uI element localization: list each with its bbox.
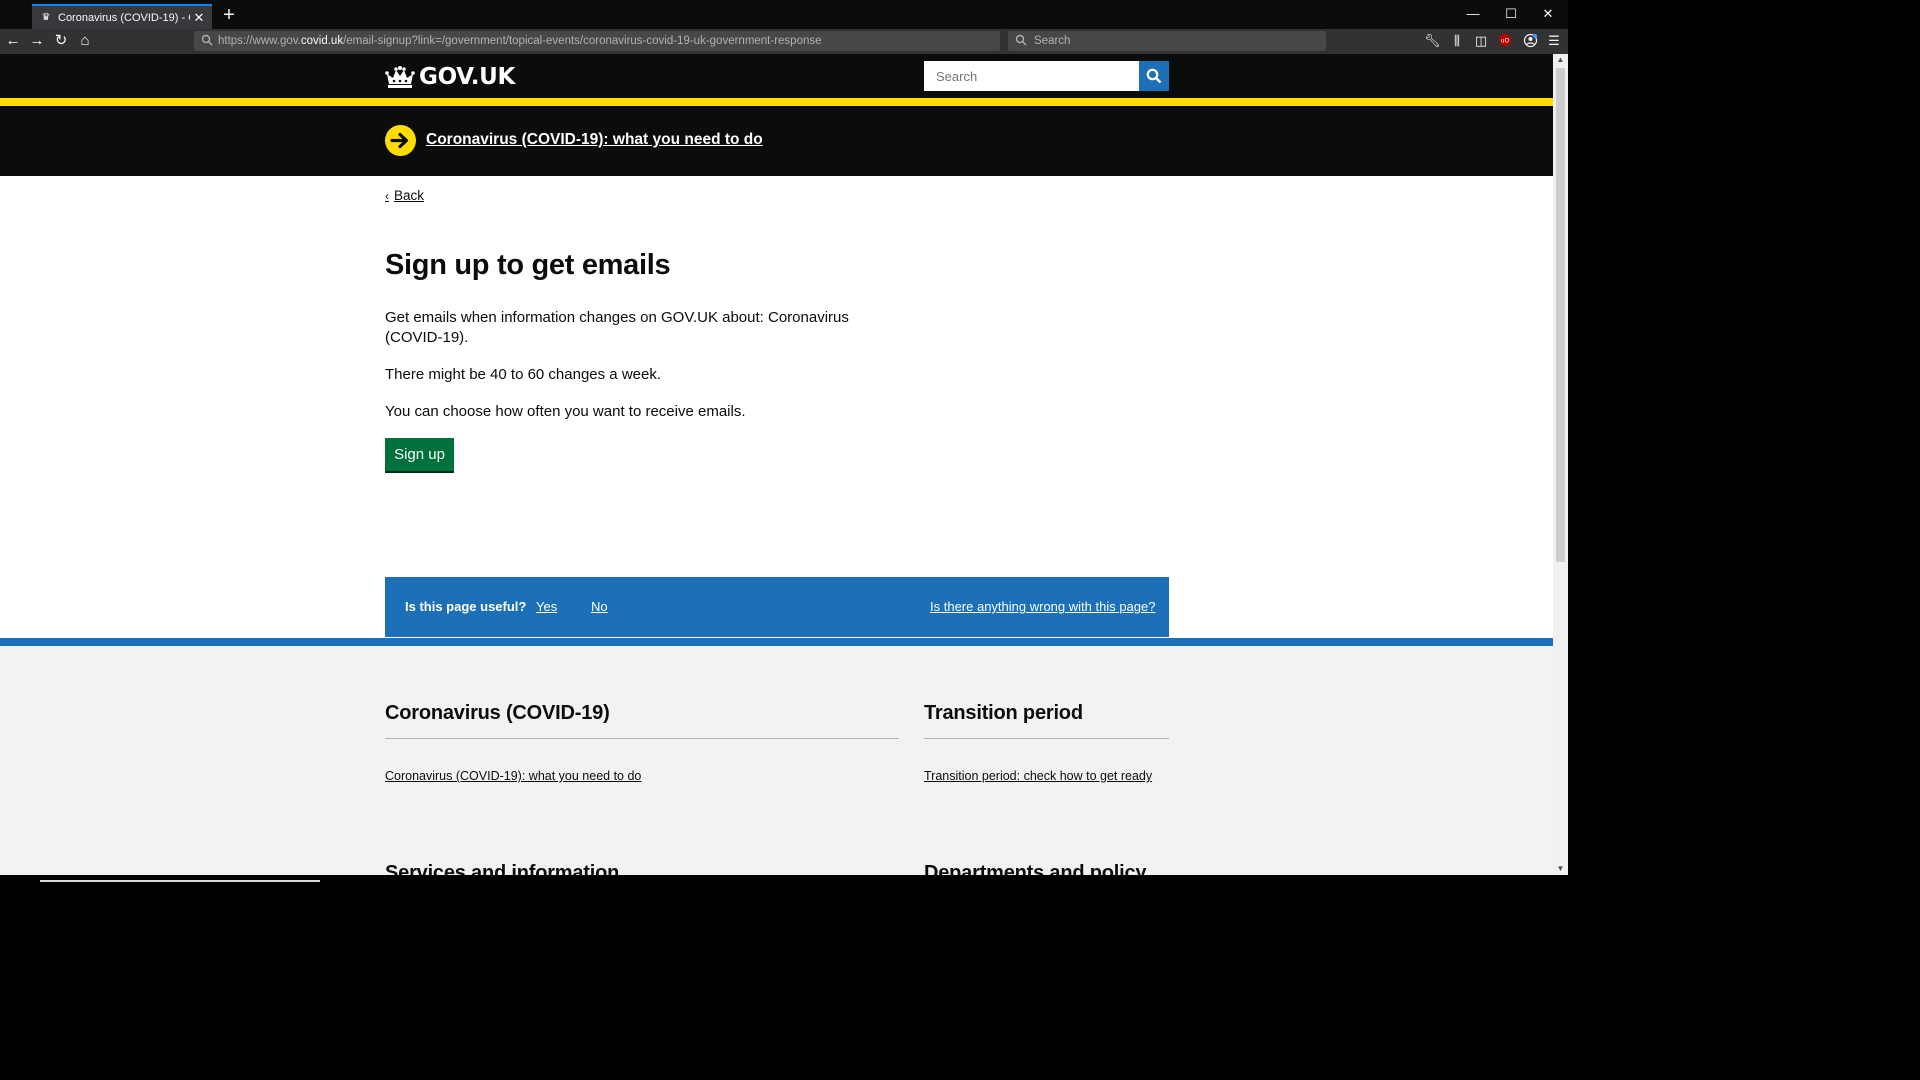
browser-tab[interactable]: ♛ Coronavirus (COVID-19) - GOV ✕ bbox=[32, 4, 212, 29]
feedback-question: Is this page useful? bbox=[405, 599, 527, 614]
sidebar-icon[interactable]: ◫ bbox=[1473, 33, 1489, 49]
arrow-right-circle-icon bbox=[385, 125, 416, 156]
search-icon bbox=[1014, 34, 1028, 48]
library-icon[interactable]: ⫼ bbox=[1449, 33, 1465, 49]
feedback-yes-link[interactable]: Yes bbox=[536, 599, 557, 614]
page-viewport: GOV.UK Coronavirus (COVID-19): what you … bbox=[0, 54, 1553, 875]
browser-search-bar[interactable]: Search bbox=[1008, 31, 1326, 51]
footer: Coronavirus (COVID-19) Coronavirus (COVI… bbox=[0, 638, 1553, 875]
home-icon[interactable]: ⌂ bbox=[76, 32, 94, 50]
url-text: https://www.gov.covid.uk/email-signup?li… bbox=[218, 35, 822, 47]
search-icon bbox=[1146, 68, 1162, 84]
govuk-logo-link[interactable]: GOV.UK bbox=[385, 64, 515, 90]
back-link-label: Back bbox=[394, 188, 425, 203]
feedback-bar: Is this page useful? Yes No Is there any… bbox=[385, 577, 1169, 637]
browser-tab-strip: ♛ Coronavirus (COVID-19) - GOV ✕ + — ☐ ✕ bbox=[0, 0, 1568, 29]
browser-search-placeholder: Search bbox=[1034, 35, 1071, 47]
footer-heading-departments: Departments and policy bbox=[924, 862, 1147, 875]
covid-banner: Coronavirus (COVID-19): what you need to… bbox=[0, 106, 1553, 176]
scrollbar-thumb[interactable] bbox=[1556, 68, 1565, 562]
bottom-strip bbox=[0, 875, 1568, 882]
frequency-paragraph: There might be 40 to 60 changes a week. bbox=[385, 366, 662, 383]
new-tab-icon[interactable]: + bbox=[219, 4, 239, 26]
footer-heading-covid: Coronavirus (COVID-19) bbox=[385, 702, 610, 724]
svg-text:uO: uO bbox=[1501, 38, 1510, 45]
footer-heading-transition: Transition period bbox=[924, 702, 1083, 724]
chevron-left-icon: ‹ bbox=[385, 188, 389, 203]
search-icon bbox=[200, 34, 214, 48]
report-problem-link[interactable]: Is there anything wrong with this page? bbox=[930, 599, 1155, 614]
govuk-favicon-icon: ♛ bbox=[41, 11, 51, 23]
search-input[interactable] bbox=[924, 61, 1139, 91]
url-bar[interactable]: https://www.gov.covid.uk/email-signup?li… bbox=[194, 31, 1000, 51]
crown-icon bbox=[385, 66, 415, 88]
back-arrow-icon[interactable]: ← bbox=[4, 32, 22, 50]
browser-nav-bar: ← → ↻ ⌂ https://www.gov.covid.uk/email-s… bbox=[0, 29, 1568, 54]
reload-icon[interactable]: ↻ bbox=[52, 32, 70, 50]
footer-divider bbox=[385, 738, 899, 739]
page-title: Sign up to get emails bbox=[385, 249, 671, 281]
footer-link-transition[interactable]: Transition period: check how to get read… bbox=[924, 769, 1152, 783]
footer-divider bbox=[924, 738, 1169, 739]
forward-arrow-icon[interactable]: → bbox=[28, 32, 46, 50]
search-button[interactable] bbox=[1139, 61, 1169, 91]
vertical-scrollbar[interactable]: ▲ ▼ bbox=[1553, 54, 1568, 875]
account-icon[interactable] bbox=[1522, 33, 1538, 49]
back-link[interactable]: ‹ Back bbox=[385, 188, 424, 203]
scroll-down-icon[interactable]: ▼ bbox=[1553, 863, 1568, 875]
window-close-icon[interactable]: ✕ bbox=[1540, 6, 1556, 24]
govuk-header: GOV.UK bbox=[0, 54, 1553, 106]
covid-banner-link[interactable]: Coronavirus (COVID-19): what you need to… bbox=[426, 131, 763, 149]
govuk-logo-text: GOV.UK bbox=[419, 64, 516, 90]
maximize-icon[interactable]: ☐ bbox=[1503, 6, 1519, 24]
ublock-icon[interactable]: uO bbox=[1497, 33, 1513, 49]
intro-paragraph: Get emails when information changes on G… bbox=[385, 309, 849, 346]
scroll-up-icon[interactable]: ▲ bbox=[1553, 54, 1568, 66]
tab-title: Coronavirus (COVID-19) - GOV bbox=[58, 11, 190, 24]
feedback-no-link[interactable]: No bbox=[591, 599, 608, 614]
horizontal-scroll-thumb bbox=[40, 880, 320, 882]
sign-up-button[interactable]: Sign up bbox=[385, 438, 454, 471]
footer-link-covid[interactable]: Coronavirus (COVID-19): what you need to… bbox=[385, 769, 641, 783]
menu-icon[interactable]: ☰ bbox=[1546, 33, 1562, 49]
choice-paragraph: You can choose how often you want to rec… bbox=[385, 403, 746, 420]
minimize-icon[interactable]: — bbox=[1465, 6, 1481, 24]
wrench-icon[interactable]: 🔧︎ bbox=[1424, 33, 1441, 49]
footer-heading-services: Services and information bbox=[385, 862, 620, 875]
header-search bbox=[924, 61, 1169, 91]
tab-close-icon[interactable]: ✕ bbox=[192, 10, 206, 26]
